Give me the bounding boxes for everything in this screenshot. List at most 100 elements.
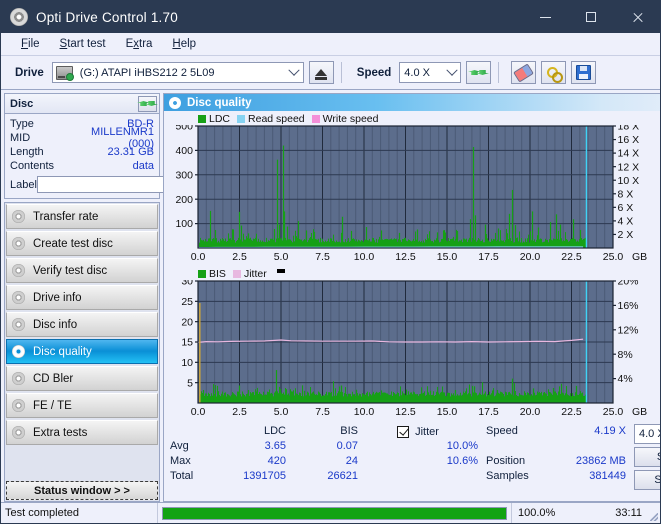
svg-text:12%: 12% bbox=[618, 324, 639, 336]
stats-header-spacer bbox=[170, 424, 214, 439]
toolbar-divider bbox=[340, 62, 342, 83]
window-title: Opti Drive Control 1.70 bbox=[36, 9, 178, 25]
svg-text:GB: GB bbox=[632, 251, 647, 263]
legend-label-write-speed: Write speed bbox=[322, 113, 379, 125]
close-button[interactable] bbox=[614, 1, 660, 33]
sidebar-item-label: Verify test disc bbox=[33, 264, 108, 277]
stats-label-max: Max bbox=[170, 455, 191, 467]
svg-text:22.5: 22.5 bbox=[561, 251, 582, 263]
sidebar-item-disc-info[interactable]: Disc info bbox=[6, 312, 158, 337]
svg-text:25.0: 25.0 bbox=[603, 251, 624, 263]
ldc-chart-svg[interactable]: 100 200 300 400 500 2 X 4 X6 X 8 X10 X 12 X14 X 1… bbox=[167, 125, 657, 265]
svg-text:10.0: 10.0 bbox=[354, 406, 375, 418]
start-part-button[interactable]: Start part bbox=[634, 470, 660, 490]
stats-samples-label: Samples bbox=[486, 470, 529, 482]
disc-icon bbox=[11, 317, 27, 332]
tools-button[interactable] bbox=[541, 61, 567, 84]
stats-speed-label: Speed bbox=[486, 425, 518, 437]
sidebar: Disc Type BD-R MID MILLENMR1 (000) Lengt… bbox=[4, 93, 209, 502]
stats-position-value: 23862 MB bbox=[575, 455, 626, 467]
legend-write-speed: Write speed bbox=[311, 113, 379, 125]
stats-bis-max: 24 bbox=[345, 455, 358, 467]
disc-row-contents: Contents data bbox=[10, 159, 154, 173]
disc-icon bbox=[11, 398, 27, 413]
svg-text:300: 300 bbox=[175, 169, 193, 181]
sidebar-item-label: Drive info bbox=[33, 291, 82, 304]
drive-label: Drive bbox=[15, 66, 44, 79]
menu-help[interactable]: Help bbox=[162, 36, 206, 52]
svg-text:2.5: 2.5 bbox=[232, 251, 247, 263]
disc-icon bbox=[11, 236, 27, 251]
stats-position-label: Position bbox=[486, 455, 526, 467]
svg-text:15: 15 bbox=[181, 337, 193, 349]
sidebar-item-extra-tests[interactable]: Extra tests bbox=[6, 420, 158, 445]
sidebar-item-cd-bler[interactable]: CD Bler bbox=[6, 366, 158, 391]
disc-contents-label: Contents bbox=[10, 160, 55, 172]
svg-text:25.0: 25.0 bbox=[603, 406, 624, 418]
sidebar-item-create-test-disc[interactable]: Create test disc bbox=[6, 231, 158, 256]
stats-label-total: Total bbox=[170, 470, 194, 482]
svg-text:15.0: 15.0 bbox=[437, 251, 458, 263]
stats-meta-values: 4.19 X 23862 MB 381449 bbox=[552, 424, 626, 499]
svg-text:25: 25 bbox=[181, 296, 193, 308]
erase-button[interactable] bbox=[511, 61, 537, 84]
stats-ldc-avg: 3.65 bbox=[264, 440, 286, 452]
content-header: Disc quality bbox=[164, 94, 660, 111]
legend-swatch-jitter bbox=[232, 270, 241, 278]
sidebar-item-fe-te[interactable]: FE / TE bbox=[6, 393, 158, 418]
svg-text:18 X: 18 X bbox=[618, 125, 640, 133]
menu-extra[interactable]: Extra bbox=[116, 36, 163, 52]
legend-label-ldc: LDC bbox=[209, 113, 231, 125]
legend-swatch-ldc bbox=[198, 115, 206, 123]
refresh-button[interactable] bbox=[466, 61, 492, 84]
disc-refresh-button[interactable] bbox=[138, 95, 157, 112]
minimize-button[interactable] bbox=[522, 1, 568, 33]
svg-text:4 X: 4 X bbox=[618, 215, 634, 227]
bis-chart-svg[interactable]: 5 10 15 20 25 30 4% 8% 12% 16% 20% 0.0 2.5 5.0 7.5 10.0… bbox=[167, 280, 657, 420]
resize-grip[interactable] bbox=[648, 503, 660, 523]
sidebar-item-verify-test-disc[interactable]: Verify test disc bbox=[6, 258, 158, 283]
stats-header-bis: BIS bbox=[340, 425, 358, 437]
svg-text:30: 30 bbox=[181, 280, 193, 288]
sidebar-item-disc-quality[interactable]: Disc quality bbox=[6, 339, 158, 364]
stats-header-ldc: LDC bbox=[263, 425, 286, 437]
sidebar-item-label: Extra tests bbox=[33, 426, 88, 439]
svg-text:400: 400 bbox=[175, 145, 193, 157]
disc-length-value: 23.31 GB bbox=[107, 146, 154, 158]
svg-text:4%: 4% bbox=[618, 373, 633, 385]
toolbar-divider-2 bbox=[498, 62, 500, 83]
sidebar-item-label: Disc quality bbox=[33, 345, 92, 358]
svg-text:20.0: 20.0 bbox=[520, 406, 541, 418]
jitter-checkbox[interactable] bbox=[397, 425, 410, 438]
stats-jitter-spacer bbox=[358, 469, 478, 484]
stats-meta-value-spacer bbox=[552, 439, 626, 454]
bis-chart-legend: BIS Jitter bbox=[167, 268, 660, 280]
status-window-button[interactable]: Status window > > bbox=[6, 481, 158, 500]
sidebar-item-transfer-rate[interactable]: Transfer rate bbox=[6, 204, 158, 229]
disc-label-row: Label bbox=[10, 175, 209, 194]
sidebar-item-label: Disc info bbox=[33, 318, 78, 331]
floppy-save-icon bbox=[576, 65, 592, 80]
status-bar: Test completed 100.0% 33:11 bbox=[1, 502, 660, 523]
drive-select[interactable]: (G:) ATAPI iHBS212 2 5L09 bbox=[51, 62, 304, 83]
menu-start-test[interactable]: Start test bbox=[50, 36, 116, 52]
svg-text:20.0: 20.0 bbox=[520, 251, 541, 263]
menu-file[interactable]: File bbox=[11, 36, 50, 52]
start-full-button[interactable]: Start full bbox=[634, 447, 660, 467]
test-speed-select[interactable]: 4.0 X bbox=[634, 424, 660, 444]
stats-meta-labels: Speed Position Samples bbox=[478, 424, 552, 499]
save-button[interactable] bbox=[571, 61, 597, 84]
charts-area: LDC Read speed Write speed 100 200 300 400 5… bbox=[164, 111, 660, 420]
menu-help-label: elp bbox=[180, 38, 197, 50]
speed-select[interactable]: 4.0 X bbox=[399, 62, 462, 83]
legend-read-speed: Read speed bbox=[237, 113, 305, 125]
maximize-button[interactable] bbox=[568, 1, 614, 33]
disc-icon bbox=[11, 425, 27, 440]
eject-button[interactable] bbox=[308, 61, 334, 84]
svg-text:2.5: 2.5 bbox=[232, 406, 247, 418]
window-controls bbox=[522, 1, 660, 33]
sidebar-item-drive-info[interactable]: Drive info bbox=[6, 285, 158, 310]
svg-text:20: 20 bbox=[181, 316, 193, 328]
disc-label-label: Label bbox=[10, 178, 37, 191]
test-speed-select-value: 4.0 X bbox=[639, 428, 660, 440]
